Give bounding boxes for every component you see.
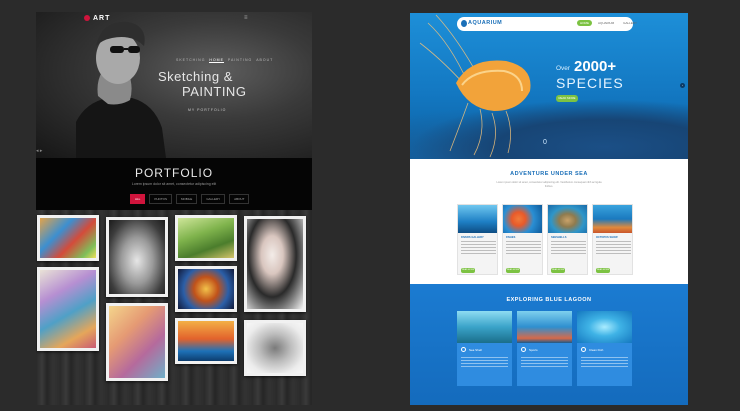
card-title: Clean Fish xyxy=(589,348,604,352)
filter-tab[interactable]: ABOUT xyxy=(229,194,250,204)
feature-card[interactable]: FISHES READ MORE xyxy=(502,204,543,275)
gallery-item[interactable] xyxy=(37,267,99,351)
card-text xyxy=(461,241,496,255)
card-read-more-button[interactable]: READ MORE xyxy=(551,268,565,273)
card-read-more-button[interactable]: READ MORE xyxy=(461,268,475,273)
card-text xyxy=(521,357,568,367)
nav-item[interactable]: SKETCHING xyxy=(176,58,205,63)
card-image xyxy=(548,205,587,233)
card-image xyxy=(517,311,572,343)
card-body: Sea Shell xyxy=(457,343,512,386)
aquarium-nav: HOME AQUARIUM GALLERY xyxy=(577,20,640,26)
card-text xyxy=(551,241,586,255)
gallery-item[interactable] xyxy=(175,266,237,312)
hero-species: SPECIES xyxy=(556,75,624,91)
portfolio-subtitle: Lorem ipsum dolor sit amet, consectetur … xyxy=(131,182,217,186)
filter-tab[interactable]: ALL xyxy=(130,194,146,204)
filter-tab[interactable]: GALLERY xyxy=(201,194,226,204)
nav-item[interactable]: AQUARIUM xyxy=(595,20,617,26)
gallery-item[interactable] xyxy=(106,303,168,381)
hero-read-more-button[interactable]: READ MORE xyxy=(556,95,578,102)
nav-item[interactable]: ABOUT xyxy=(256,58,273,63)
hero-over-text: Over xyxy=(556,65,571,72)
nav-item[interactable]: HOME xyxy=(577,20,592,26)
card-title: Sports xyxy=(529,348,538,352)
lagoon-section: EXPLORING BLUE LAGOON Sea Shell Sports C… xyxy=(410,284,688,405)
feature-card[interactable]: DIVERS GALLERY READ MORE xyxy=(457,204,498,275)
lagoon-card[interactable]: Sports xyxy=(517,311,572,386)
portfolio-gallery xyxy=(36,210,312,405)
slider-arrows-icon[interactable]: ◂ ▸ xyxy=(36,148,42,154)
card-title: OCTOPUS SHOW xyxy=(596,236,618,239)
card-text xyxy=(506,241,541,255)
card-text xyxy=(596,241,631,255)
section-title: ADVENTURE UNDER SEA xyxy=(510,171,588,177)
menu-icon[interactable]: ≡ xyxy=(244,15,250,21)
section-subtitle: Lorem ipsum dolor sit amet, consectetur … xyxy=(496,181,602,188)
gallery-item[interactable] xyxy=(106,217,168,297)
sports-icon xyxy=(521,347,526,352)
nav-item[interactable]: GALLERY xyxy=(620,20,640,26)
art-logo[interactable]: ART xyxy=(84,15,110,22)
card-title: DIVERS GALLERY xyxy=(461,236,484,239)
card-text xyxy=(461,357,508,367)
card-image xyxy=(593,205,632,233)
nav-item[interactable]: HOME xyxy=(209,58,224,63)
logo-mark-icon xyxy=(84,15,90,22)
shell-icon xyxy=(461,347,466,352)
card-body: Sports xyxy=(517,343,572,386)
gallery-item[interactable] xyxy=(37,215,99,261)
aquarium-hero-section: AQUARIUM HOME AQUARIUM GALLERY Over 2000… xyxy=(410,13,688,159)
feature-card[interactable]: OCTOPUS SHOW READ MORE xyxy=(592,204,633,275)
aquarium-template-preview[interactable]: AQUARIUM HOME AQUARIUM GALLERY Over 2000… xyxy=(410,13,688,405)
card-read-more-button[interactable]: READ MORE xyxy=(506,268,520,273)
card-read-more-button[interactable]: READ MORE xyxy=(596,268,610,273)
feature-card[interactable]: SEESHELLS READ MORE xyxy=(547,204,588,275)
hero-title-line2: PAINTING xyxy=(182,84,247,99)
card-image xyxy=(577,311,632,343)
card-image xyxy=(458,205,497,233)
fish-icon xyxy=(581,347,586,352)
portfolio-filter-tabs: ALL PHOTOS MOBILE GALLERY ABOUT xyxy=(130,194,250,204)
jellyfish-image xyxy=(419,14,531,158)
gallery-item[interactable] xyxy=(175,215,237,261)
filter-tab[interactable]: PHOTOS xyxy=(149,194,172,204)
gallery-item[interactable] xyxy=(244,216,306,312)
portfolio-title: PORTFOLIO xyxy=(134,166,214,180)
slider-next-icon[interactable]: › xyxy=(680,83,685,88)
aquarium-logo[interactable]: AQUARIUM xyxy=(468,20,502,26)
hero-portfolio-link[interactable]: MY PORTFOLIO xyxy=(188,108,226,112)
lagoon-card[interactable]: Sea Shell xyxy=(457,311,512,386)
art-nav: SKETCHING HOME PAINTING ABOUT xyxy=(176,58,273,63)
card-title: FISHES xyxy=(506,236,516,239)
card-image xyxy=(457,311,512,343)
filter-tab[interactable]: MOBILE xyxy=(175,194,198,204)
lagoon-card[interactable]: Clean Fish xyxy=(577,311,632,386)
hero-number: 2000+ xyxy=(574,58,617,75)
card-text xyxy=(581,357,628,367)
art-hero-section: ART ≡ SKETCHING HOME PAINTING ABOUT Sket… xyxy=(36,12,312,158)
card-title: SEESHELLS xyxy=(551,236,567,239)
hero-counter: 0 xyxy=(543,139,547,146)
gallery-item[interactable] xyxy=(175,318,237,364)
section-title: EXPLORING BLUE LAGOON xyxy=(506,297,592,303)
hero-title-line1: Sketching & xyxy=(158,69,233,84)
portrait-image xyxy=(76,21,166,158)
card-body: Clean Fish xyxy=(577,343,632,386)
card-title: Sea Shell xyxy=(469,348,482,352)
card-image xyxy=(503,205,542,233)
aquarium-logo-icon xyxy=(461,20,467,27)
nav-item[interactable]: PAINTING xyxy=(228,58,252,63)
gallery-item[interactable] xyxy=(244,320,306,376)
art-template-preview[interactable]: ART ≡ SKETCHING HOME PAINTING ABOUT Sket… xyxy=(36,12,312,405)
